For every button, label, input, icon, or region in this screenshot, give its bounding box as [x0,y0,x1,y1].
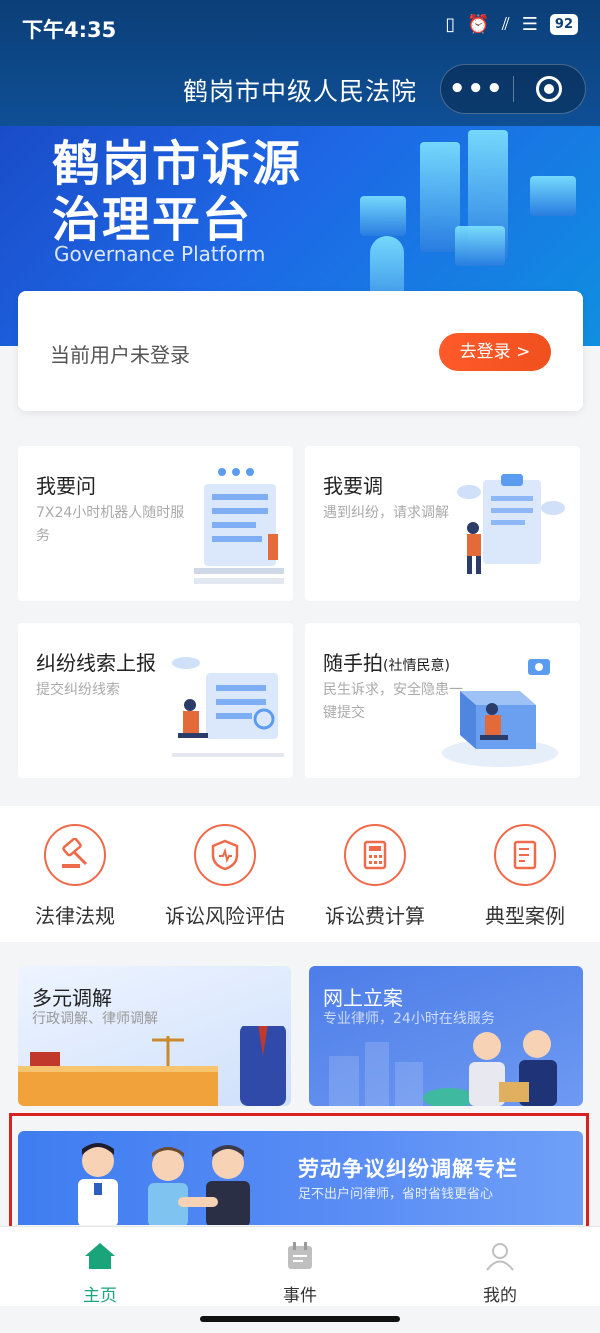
tool-label: 法律法规 [35,904,115,928]
service-title: 多元调解 [32,986,112,1010]
login-status-text: 当前用户未登录 [50,343,190,367]
banner-title-line2: 治理平台 [52,192,253,248]
service-desc: 行政调解、律师调解 [32,1011,158,1027]
signal-icon: ⫽ [501,14,510,35]
clipboard-illustration [457,474,565,574]
feature-title: 随手拍(社情民意) [323,647,450,676]
calendar-icon [288,1242,312,1269]
feature-title-main: 随手拍 [323,651,383,675]
feature-desc: 提交纠纷线索 [36,682,120,698]
tab-bar: 主页 事件 我的 [0,1226,600,1306]
feature-title: 我要问 [36,474,96,498]
user-icon [486,1243,514,1271]
document-icon [494,824,556,886]
shield-icon [194,824,256,886]
feature-desc: 7X24小时机器人随时服务 [36,505,185,544]
login-button[interactable]: 去登录 > [439,333,551,371]
feature-card-mediate[interactable]: 我要调 遇到纠纷，请求调解 [305,446,580,601]
feature-card-ask[interactable]: 我要问 7X24小时机器人随时服务 [18,446,293,601]
server-illustration [530,176,576,216]
server-illustration [420,142,460,252]
lawyer-illustration [18,1026,286,1106]
more-button[interactable]: ••• [441,65,513,113]
server-illustration [455,226,505,266]
tool-label: 诉讼费计算 [325,904,425,928]
report-illustration [172,657,284,757]
home-icon [85,1243,115,1269]
feature-card-report[interactable]: 纠纷线索上报 提交纠纷线索 [18,623,293,778]
box-illustration [442,659,558,767]
wifi-icon: ☰ [521,14,538,35]
tool-typical-cases[interactable]: 典型案例 [450,806,600,942]
status-icons: ▯ ⏰ ⫽ ☰ 92 [445,14,578,35]
tab-events[interactable]: 事件 [200,1227,400,1306]
home-indicator [200,1316,400,1322]
service-title: 网上立案 [323,986,403,1010]
banner-subtitle: Governance Platform [54,242,266,266]
tab-label: 主页 [83,1286,117,1306]
tool-fee-calculator[interactable]: 诉讼费计算 [300,806,450,942]
lawyers-illustration [329,1030,557,1106]
vibrate-icon: ▯ [445,14,456,35]
tool-risk-assessment[interactable]: 诉讼风险评估 [150,806,300,942]
tab-home[interactable]: 主页 [0,1227,200,1306]
tool-label: 典型案例 [485,904,565,928]
close-target-icon [536,76,563,102]
feature-title: 纠纷线索上报 [36,651,156,675]
service-card-mediation[interactable]: 多元调解 行政调解、律师调解 [18,966,291,1106]
battery-icon: 92 [549,14,578,35]
service-desc: 专业律师，24小时在线服务 [323,1011,495,1027]
document-illustration [194,468,284,584]
status-time: 下午4:35 [22,18,117,42]
tool-laws[interactable]: 法律法规 [0,806,150,942]
tab-label: 我的 [483,1286,517,1306]
mini-program-capsule: ••• [440,64,586,114]
top-bar: 下午4:35 ▯ ⏰ ⫽ ☰ 92 鹤岗市中级人民法院 ••• [0,0,600,126]
tab-mine[interactable]: 我的 [400,1227,600,1306]
tool-label: 诉讼风险评估 [165,904,285,928]
tab-label: 事件 [283,1286,317,1306]
server-illustration [360,196,406,236]
service-card-online-filing[interactable]: 网上立案 专业律师，24小时在线服务 [309,966,583,1106]
calculator-icon [344,824,406,886]
feature-title: 我要调 [323,474,383,498]
gavel-icon [44,824,106,886]
banner-title: 鹤岗市诉源 治理平台 [52,136,302,248]
close-button[interactable] [514,76,586,102]
tools-row: 法律法规 诉讼风险评估 诉讼费计算 典型案例 [0,806,600,942]
feature-card-snapshot[interactable]: 随手拍(社情民意) 民生诉求，安全隐患一键提交 [305,623,580,778]
banner-title-line1: 鹤岗市诉源 [52,136,303,192]
login-card: 当前用户未登录 去登录 > [18,291,583,411]
alarm-icon: ⏰ [467,14,490,35]
highlight-box [9,1113,589,1241]
